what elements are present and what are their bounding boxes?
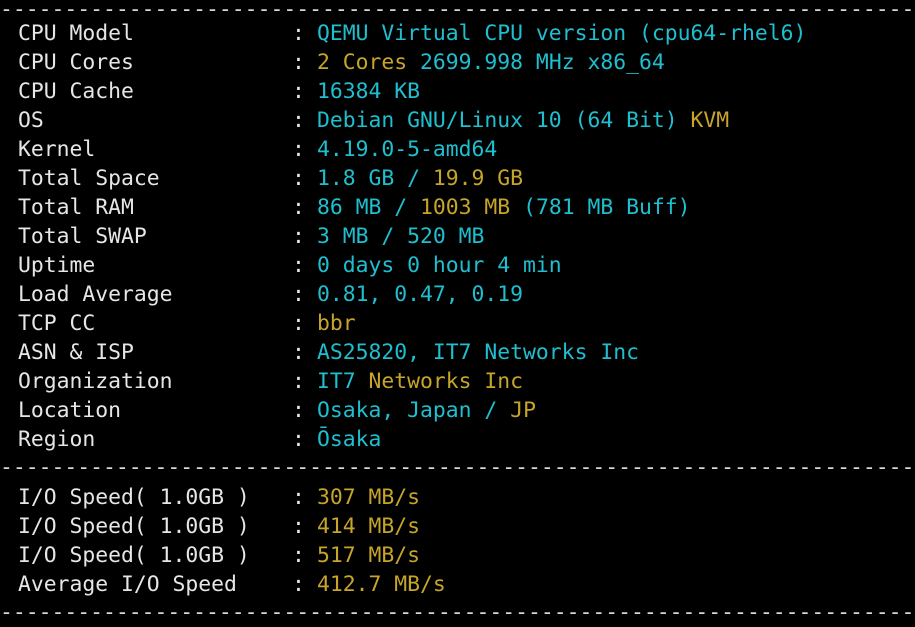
info-value: Osaka, Japan / JP [317, 396, 536, 425]
info-label: Kernel [18, 137, 96, 162]
separator-bottom: ----------------------------------------… [0, 600, 915, 625]
separator-colon: : [292, 282, 305, 307]
info-label: I/O Speed( 1.0GB ) [18, 514, 250, 539]
value-segment: 414 MB/s [317, 514, 421, 539]
info-label: Region [18, 427, 96, 452]
separator-colon: : [292, 79, 305, 104]
info-value: 86 MB / 1003 MB (781 MB Buff) [317, 193, 690, 222]
info-label: Total SWAP [18, 224, 147, 249]
info-label: Total RAM [18, 195, 134, 220]
info-value: Ōsaka [317, 425, 381, 454]
info-label: TCP CC [18, 311, 96, 336]
info-label: Load Average [18, 282, 173, 307]
value-segment: IT7 [317, 369, 369, 394]
info-label: CPU Cache [18, 79, 134, 104]
info-value: 4.19.0-5-amd64 [317, 135, 497, 164]
separator-colon: : [292, 369, 305, 394]
info-value: AS25820, IT7 Networks Inc [317, 338, 639, 367]
info-label: CPU Cores [18, 50, 134, 75]
info-value: 0 days 0 hour 4 min [317, 251, 562, 280]
info-label: Location [18, 398, 122, 423]
value-segment: Ōsaka [317, 427, 382, 452]
info-value: 412.7 MB/s [317, 570, 446, 599]
value-segment: 19.9 GB [432, 166, 524, 191]
info-value: QEMU Virtual CPU version (cpu64-rhel6) [317, 19, 806, 48]
value-segment: Networks Inc [368, 369, 524, 394]
separator-colon: : [292, 543, 305, 568]
separator-colon: : [292, 485, 305, 510]
value-segment: (781 MB Buff) [523, 195, 691, 220]
value-segment: 517 MB/s [317, 543, 421, 568]
info-label: Average I/O Speed [18, 572, 237, 597]
value-segment: 0.81, 0.47, 0.19 [317, 282, 524, 307]
value-segment: 3 MB / 520 MB [317, 224, 485, 249]
info-value: 517 MB/s [317, 541, 420, 570]
separator-colon: : [292, 398, 305, 423]
value-segment: 1.8 GB / [317, 166, 433, 191]
info-label: Uptime [18, 253, 96, 278]
separator-colon: : [292, 166, 305, 191]
info-value: 0.81, 0.47, 0.19 [317, 280, 523, 309]
info-label: OS [18, 108, 44, 133]
info-value: 16384 KB [317, 77, 420, 106]
terminal-output: ----------------------------------------… [0, 0, 915, 625]
separator-colon: : [292, 108, 305, 133]
value-segment: KVM [690, 108, 730, 133]
value-segment: Osaka, Japan / [317, 398, 511, 423]
value-segment: 0 days 0 hour 4 min [317, 253, 562, 278]
value-segment: Debian GNU/Linux 10 (64 Bit) [317, 108, 691, 133]
info-label: CPU Model [18, 21, 134, 46]
separator-colon: : [292, 253, 305, 278]
info-value: 307 MB/s [317, 483, 420, 512]
value-segment: bbr [317, 311, 356, 336]
separator-colon: : [292, 427, 305, 452]
separator-middle: ----------------------------------------… [0, 455, 915, 480]
separator-colon: : [292, 311, 305, 336]
info-label: Organization [18, 369, 173, 394]
value-segment: 412.7 MB/s [317, 572, 446, 597]
value-segment: 1003 MB [420, 195, 524, 220]
separator-colon: : [292, 21, 305, 46]
info-value: bbr [317, 309, 356, 338]
value-segment: 4.19.0-5-amd64 [317, 137, 498, 162]
info-label: I/O Speed( 1.0GB ) [18, 485, 250, 510]
info-label: I/O Speed( 1.0GB ) [18, 543, 250, 568]
separator-colon: : [292, 195, 305, 220]
info-value: 1.8 GB / 19.9 GB [317, 164, 523, 193]
info-label: ASN & ISP [18, 340, 134, 365]
value-segment: 86 MB / [317, 195, 421, 220]
info-label: Total Space [18, 166, 160, 191]
separator-colon: : [292, 514, 305, 539]
info-value: Debian GNU/Linux 10 (64 Bit) KVM [317, 106, 729, 135]
info-value: 3 MB / 520 MB [317, 222, 484, 251]
info-value: 414 MB/s [317, 512, 420, 541]
separator-colon: : [292, 137, 305, 162]
info-value: 2 Cores 2699.998 MHz x86_64 [317, 48, 665, 77]
separator-colon: : [292, 340, 305, 365]
value-segment: 307 MB/s [317, 485, 421, 510]
separator-colon: : [292, 572, 305, 597]
value-segment: 2699.998 MHz x86_64 [420, 50, 665, 75]
value-segment: 2 Cores [317, 50, 421, 75]
info-value: IT7 Networks Inc [317, 367, 523, 396]
separator-colon: : [292, 50, 305, 75]
value-segment: AS25820, IT7 Networks Inc [317, 340, 639, 365]
separator-colon: : [292, 224, 305, 249]
value-segment: QEMU Virtual CPU version (cpu64-rhel6) [317, 21, 807, 46]
value-segment: 16384 KB [317, 79, 421, 104]
value-segment: JP [510, 398, 536, 423]
